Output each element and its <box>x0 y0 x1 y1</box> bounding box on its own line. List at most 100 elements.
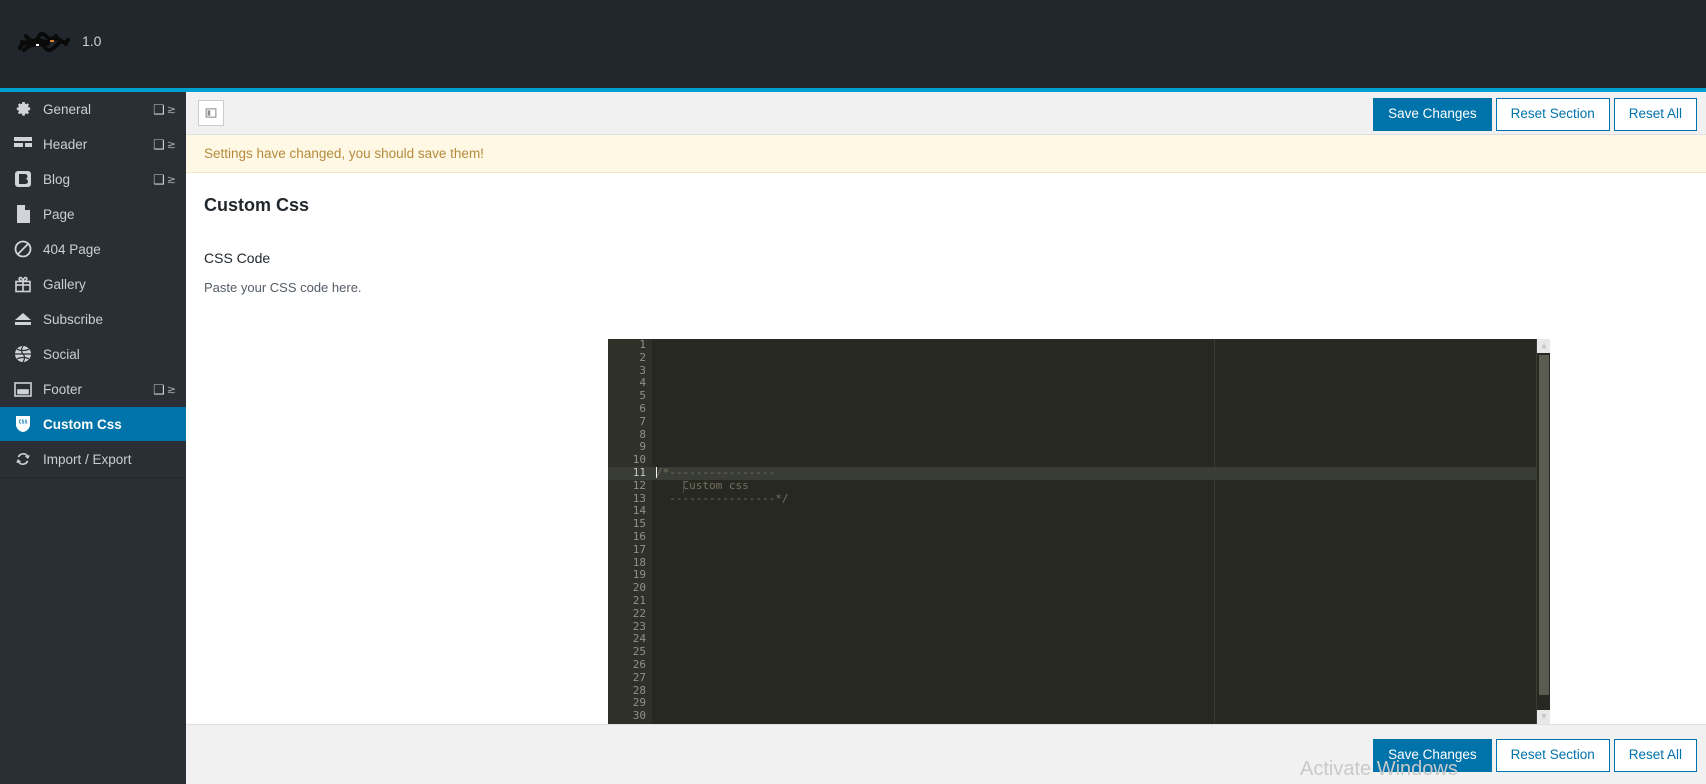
code-line: ----------------*/ <box>656 491 789 505</box>
expand-panel-icon[interactable] <box>198 100 224 126</box>
app-root: 1.0 General ❑ ≳ Header ❑ ≳ Blog ❑ ≳ Page… <box>0 0 1706 784</box>
chevron-down-icon: ❑ <box>153 136 165 152</box>
gutter-line-number: 26 <box>632 657 646 671</box>
sidebar-item-gallery[interactable]: Gallery <box>0 267 186 302</box>
chevron-down-icon[interactable]: ▼ <box>1537 710 1550 724</box>
gutter-line-number: 16 <box>632 529 646 543</box>
reset-all-button[interactable]: Reset All <box>1613 98 1697 132</box>
footer-icon <box>12 378 34 400</box>
reset-section-button[interactable]: Reset Section <box>1495 98 1610 132</box>
editor-scrollbar[interactable]: ▲ ▼ <box>1536 339 1550 724</box>
page-icon <box>12 203 34 225</box>
sidebar-item-blog[interactable]: Blog ❑ ≳ <box>0 162 186 197</box>
reset-section-button-bottom[interactable]: Reset Section <box>1495 739 1610 773</box>
gutter-line-number: 11▼ <box>608 466 662 480</box>
save-changes-button[interactable]: Save Changes <box>1373 98 1492 132</box>
sidebar-item-footer[interactable]: Footer ❑ ≳ <box>0 372 186 407</box>
chevron-down-icon: ❑ <box>153 101 165 117</box>
sidebar-item-page[interactable]: Page <box>0 197 186 232</box>
scrollbar-thumb[interactable] <box>1539 355 1549 695</box>
settings-changed-notice: Settings have changed, you should save t… <box>186 135 1706 173</box>
gutter-line-number: 25 <box>632 645 646 659</box>
gutter-line-number: 12 <box>632 478 646 492</box>
sidebar-menu: General ❑ ≳ Header ❑ ≳ Blog ❑ ≳ Page 404… <box>0 92 186 477</box>
header-icon <box>12 133 34 155</box>
sidebar-item-subscribe[interactable]: Subscribe <box>0 302 186 337</box>
top-toolbar: Save Changes Reset Section Reset All <box>186 92 1706 135</box>
sidebar-item-label: General <box>43 101 92 117</box>
sidebar-item-404-page[interactable]: 404 Page <box>0 232 186 267</box>
gutter-line-number: 17 <box>632 542 646 556</box>
page-title: Custom Css <box>204 195 310 215</box>
code-line: Custom css <box>656 478 749 492</box>
sidebar-item-label: 404 Page <box>43 241 101 257</box>
chevron-down-icon: ❑ <box>153 171 165 187</box>
chevron-down-icon: ❑ <box>153 381 165 397</box>
sort-lines-icon: ≳ <box>166 138 176 151</box>
reset-all-button-bottom[interactable]: Reset All <box>1613 739 1697 773</box>
top-bar: 1.0 <box>0 0 1706 88</box>
gutter-line-number: 21 <box>632 593 646 607</box>
sidebar-item-social[interactable]: Social <box>0 337 186 372</box>
css-shield-icon: CSS <box>12 413 34 435</box>
forbidden-icon <box>12 238 34 260</box>
gutter-line-number: 1 <box>639 339 646 351</box>
indent-guide <box>683 480 684 493</box>
chevron-up-icon[interactable]: ▲ <box>1537 339 1550 353</box>
gutter-line-number: 27 <box>632 670 646 684</box>
sidebar-item-header[interactable]: Header ❑ ≳ <box>0 127 186 162</box>
sidebar-item-label: Page <box>43 206 75 222</box>
sidebar-item-custom-css[interactable]: CSS Custom Css <box>0 407 186 442</box>
sort-lines-icon: ≳ <box>166 383 176 396</box>
sidebar-item-import-export[interactable]: Import / Export <box>0 442 186 477</box>
settings-panel: Custom Css CSS Code Paste your CSS code … <box>186 173 1706 724</box>
gutter-line-number: 6 <box>639 401 646 415</box>
text-caret <box>656 466 657 478</box>
gutter-line-number: 7 <box>639 414 646 428</box>
gutter-line-number: 2 <box>639 350 646 364</box>
sidebar: General ❑ ≳ Header ❑ ≳ Blog ❑ ≳ Page 404… <box>0 92 186 784</box>
sidebar-item-label: Subscribe <box>43 311 104 327</box>
editor-gutter: 1234567891011▼12131415161718192021222324… <box>608 339 662 724</box>
editor-code-area[interactable]: /*---------------- Custom css ----------… <box>652 339 1550 724</box>
bottom-toolbar: Save Changes Reset Section Reset All <box>186 724 1706 784</box>
css-code-editor[interactable]: 1234567891011▼12131415161718192021222324… <box>608 339 1550 724</box>
expand-arrows[interactable]: ❑ ≳ <box>153 138 176 151</box>
expand-arrows[interactable]: ❑ ≳ <box>153 103 176 116</box>
print-margin-line <box>1214 339 1215 724</box>
sidebar-item-label: Blog <box>43 171 71 187</box>
gear-icon <box>12 98 34 120</box>
bottom-action-buttons: Save Changes Reset Section Reset All <box>1369 739 1697 773</box>
css-code-field: CSS Code Paste your CSS code here. <box>186 216 1706 295</box>
sidebar-item-general[interactable]: General ❑ ≳ <box>0 92 186 127</box>
expand-arrows[interactable]: ❑ ≳ <box>153 173 176 186</box>
save-changes-button-bottom[interactable]: Save Changes <box>1373 739 1492 773</box>
sidebar-item-label: Gallery <box>43 276 86 292</box>
scribbled-logo-icon <box>18 31 70 53</box>
expand-arrows[interactable]: ❑ ≳ <box>153 383 176 396</box>
main-content: Save Changes Reset Section Reset All Set… <box>186 92 1706 784</box>
blog-icon <box>12 168 34 190</box>
sort-lines-icon: ≳ <box>166 103 176 116</box>
version-label: 1.0 <box>82 33 102 49</box>
